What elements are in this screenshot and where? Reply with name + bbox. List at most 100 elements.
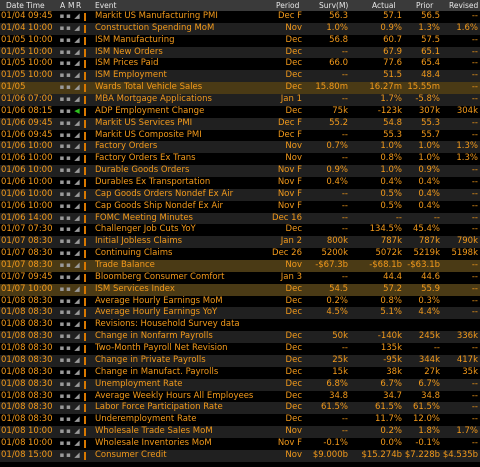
table-row[interactable]: ▪ ▪ ◢ 01/05 10:00 ISM Manufacturing Dec 56.8 60.…	[0, 35, 480, 47]
col-m[interactable]: M	[68, 0, 74, 11]
col-a[interactable]: A	[60, 0, 65, 11]
relevance-icon[interactable]: ◢	[73, 236, 81, 248]
relevance-icon[interactable]: ◢	[73, 272, 81, 284]
relevance-icon[interactable]: ◢	[73, 118, 81, 130]
table-row[interactable]: ▪ ▪ ◢ 01/06 10:00 Factory Orders Nov 0.7% 1.0% 1.…	[0, 141, 480, 154]
memo-icon[interactable]: ▪	[65, 130, 72, 142]
memo-icon[interactable]: ▪	[65, 236, 72, 248]
table-row[interactable]: ▪ ▪ ◢ 01/05 Wards Total Vehicle Sales Dec 15.8…	[0, 82, 480, 95]
table-row[interactable]: ▪ ▪ ◢ 01/06 14:00 FOMC Meeting Minutes Dec 16-…	[0, 212, 480, 225]
table-row[interactable]: ▪ ▪ ◢ 01/08 10:00 Wholesale Trade Sales MoM No…	[0, 426, 480, 438]
col-surv[interactable]: Surv(M)	[319, 0, 348, 11]
relevance-icon[interactable]: ◢	[73, 355, 81, 367]
table-row[interactable]: ▪ ▪ ◢ 01/06 09:45 Markit US Composite PMI Dec …	[0, 130, 480, 142]
table-row[interactable]: ▪ ▪ ◢ 01/08 08:30 Average Hourly Earnings MoM…	[0, 296, 480, 308]
table-row[interactable]: ▪ ▪ ◢ 01/06 10:00 Cap Goods Ship Nondef Ex Ai…	[0, 201, 480, 213]
relevance-icon[interactable]: ◢	[73, 248, 81, 260]
relevance-icon[interactable]: ◢	[73, 11, 81, 23]
memo-icon[interactable]: ▪	[65, 450, 72, 462]
relevance-icon[interactable]: ◀	[73, 106, 81, 118]
memo-icon[interactable]: ▪	[65, 82, 72, 94]
memo-icon[interactable]: ▪	[65, 165, 72, 177]
relevance-icon[interactable]: ◢	[73, 260, 81, 272]
table-row[interactable]: ▪ ▪ ◢ 01/07 08:30 Initial Jobless Claims Jan 2…	[0, 236, 480, 249]
table-row[interactable]: ▪ ▪ ◢ 01/06 10:00 Factory Orders Ex Trans Nov -…	[0, 153, 480, 165]
table-row[interactable]: ▪ ▪ ◢ 01/06 07:00 MBA Mortgage Applications Ja…	[0, 94, 480, 106]
memo-icon[interactable]: ▪	[65, 11, 72, 23]
relevance-icon[interactable]: ◢	[73, 284, 81, 296]
col-revised[interactable]: Revised	[449, 0, 478, 11]
relevance-icon[interactable]: ◢	[73, 379, 81, 391]
relevance-icon[interactable]: ◢	[73, 130, 81, 142]
relevance-icon[interactable]: ◢	[73, 213, 81, 225]
memo-icon[interactable]: ▪	[65, 343, 72, 355]
memo-icon[interactable]: ▪	[65, 94, 72, 106]
relevance-icon[interactable]: ◢	[73, 58, 81, 70]
relevance-icon[interactable]: ◢	[73, 343, 81, 355]
table-row[interactable]: ▪ ▪ ◢ 01/04 09:45 Markit US Manufacturing PMI…	[0, 11, 480, 23]
relevance-icon[interactable]: ◢	[73, 35, 81, 47]
relevance-icon[interactable]: ◢	[73, 165, 81, 177]
memo-icon[interactable]: ▪	[65, 284, 72, 296]
relevance-icon[interactable]: ◢	[73, 141, 81, 153]
relevance-icon[interactable]: ◢	[73, 438, 81, 450]
table-row[interactable]: ▪ ▪ ◢ 01/07 08:30 Continuing Claims Dec 26 5200…	[0, 248, 480, 260]
memo-icon[interactable]: ▪	[65, 414, 72, 426]
table-row[interactable]: ▪ ▪ ◢ 01/06 10:00 Cap Goods Orders Nondef Ex …	[0, 188, 480, 201]
memo-icon[interactable]: ▪	[65, 47, 72, 59]
table-row[interactable]: ▪ ▪ ◢ 01/08 08:30 Average Weekly Hours All Em…	[0, 391, 480, 403]
memo-icon[interactable]: ▪	[65, 272, 72, 284]
memo-icon[interactable]: ▪	[65, 213, 72, 225]
relevance-icon[interactable]: ◢	[73, 296, 81, 308]
relevance-icon[interactable]: ◢	[73, 94, 81, 106]
relevance-icon[interactable]: ◢	[73, 414, 81, 426]
memo-icon[interactable]: ▪	[65, 296, 72, 308]
table-row[interactable]: ▪ ▪ ◢ 01/08 08:30 Average Hourly Earnings YoY…	[0, 307, 480, 320]
table-row[interactable]: ▪ ▪ ◢ 01/08 08:30 Change in Nonfarm Payrolls D…	[0, 331, 480, 344]
table-row[interactable]: ▪ ▪ ◢ 01/05 10:00 ISM Prices Paid Dec 66.0 77.6 6…	[0, 58, 480, 70]
relevance-icon[interactable]: ◢	[73, 23, 81, 35]
memo-icon[interactable]: ▪	[65, 391, 72, 403]
memo-icon[interactable]: ▪	[65, 177, 72, 189]
memo-icon[interactable]: ▪	[65, 260, 72, 272]
memo-icon[interactable]: ▪	[65, 23, 72, 35]
relevance-icon[interactable]: ◢	[73, 391, 81, 403]
table-row[interactable]: ▪ ▪ ◢ 01/08 08:30 Labor Force Participation R…	[0, 402, 480, 415]
relevance-icon[interactable]: ◢	[73, 402, 81, 414]
col-prior[interactable]: Prior	[416, 0, 433, 11]
table-row[interactable]: ▪ ▪ ◢ 01/08 08:30 Two-Month Payroll Net Revis…	[0, 343, 480, 355]
col-period[interactable]: Period	[276, 0, 299, 11]
col-actual[interactable]: Actual	[372, 0, 396, 11]
relevance-icon[interactable]: ◢	[73, 177, 81, 189]
relevance-icon[interactable]: ◢	[73, 201, 81, 213]
table-row[interactable]: ▪ ▪ ◢ 01/06 10:00 Durable Goods Orders Nov F 0.…	[0, 165, 480, 178]
table-row[interactable]: ▪ ▪ ◢ 01/07 09:45 Bloomberg Consumer Comfort J…	[0, 272, 480, 284]
memo-icon[interactable]: ▪	[65, 355, 72, 367]
col-r[interactable]: R	[76, 0, 81, 11]
memo-icon[interactable]: ▪	[65, 224, 72, 236]
col-event[interactable]: Event	[95, 0, 117, 11]
memo-icon[interactable]: ▪	[65, 70, 72, 82]
memo-icon[interactable]: ▪	[65, 106, 72, 118]
relevance-icon[interactable]: ◢	[73, 319, 81, 331]
memo-icon[interactable]: ▪	[65, 141, 72, 153]
table-row[interactable]: ▪ ▪ ◢ 01/06 09:45 Markit US Services PMI Dec F…	[0, 117, 480, 130]
table-row[interactable]: ▪ ▪ ◢ 01/07 08:30 Trade Balance Nov -$67.3b -$68…	[0, 260, 480, 272]
relevance-icon[interactable]: ◢	[73, 153, 81, 165]
table-row[interactable]: ▪ ▪ ◢ 01/08 08:30 Change in Private Payrolls D…	[0, 354, 480, 367]
memo-icon[interactable]: ▪	[65, 426, 72, 438]
table-row[interactable]: ▪ ▪ ◢ 01/04 10:00 Construction Spending MoM No…	[0, 22, 480, 35]
memo-icon[interactable]: ▪	[65, 248, 72, 260]
col-date-time[interactable]: Date Time	[6, 0, 45, 11]
memo-icon[interactable]: ▪	[65, 153, 72, 165]
relevance-icon[interactable]: ◢	[73, 189, 81, 201]
memo-icon[interactable]: ▪	[65, 118, 72, 130]
table-row[interactable]: ▪ ▪ ◢ 01/08 08:30 Unemployment Rate Dec 6.8% 6.7…	[0, 378, 480, 391]
relevance-icon[interactable]: ◢	[73, 450, 81, 462]
table-row[interactable]: ▪ ▪ ◢ 01/08 08:30 Revisions: Household Survey…	[0, 319, 480, 331]
relevance-icon[interactable]: ◢	[73, 82, 81, 94]
table-row[interactable]: ▪ ▪ ◢ 01/08 15:00 Consumer Credit Nov $9.000b $1…	[0, 449, 480, 462]
memo-icon[interactable]: ▪	[65, 438, 72, 450]
relevance-icon[interactable]: ◢	[73, 426, 81, 438]
memo-icon[interactable]: ▪	[65, 35, 72, 47]
